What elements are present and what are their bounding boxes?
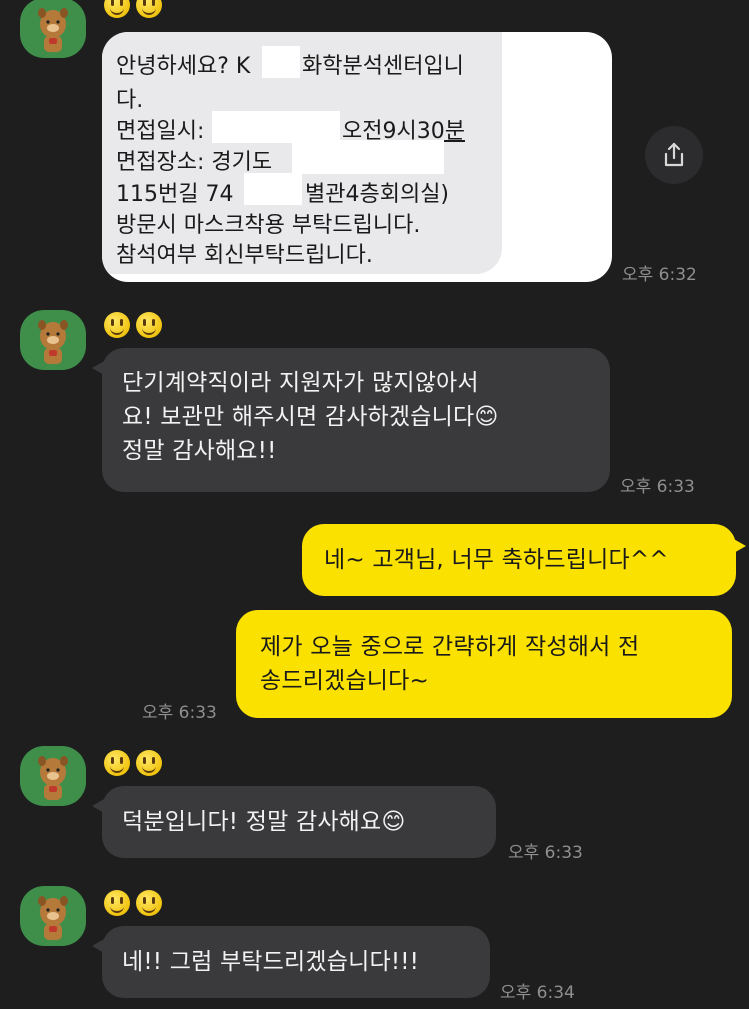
outgoing-message[interactable]: 제가 오늘 중으로 간략하게 작성해서 전 송드리겠습니다~: [236, 610, 732, 718]
smiley-face-icon: [136, 750, 162, 776]
shared-info-card[interactable]: 안녕하세요? K 화학분석센터입니 다. 면접일시: 오전9시30분 면접장소:…: [102, 32, 612, 282]
sender-name-emojis: [104, 312, 162, 338]
smiley-face-icon: [136, 890, 162, 916]
sender-name-emojis: [104, 0, 162, 18]
sender-avatar[interactable]: [20, 746, 86, 806]
sender-name-emojis: [104, 750, 162, 776]
bear-character-avatar-icon: [38, 320, 68, 364]
card-line-building: 별관4층회의실): [305, 182, 450, 207]
card-line-address: 115번길 74: [116, 182, 234, 207]
redacted-block: [212, 111, 340, 143]
card-line-da: 다.: [116, 88, 144, 113]
incoming-message[interactable]: 단기계약직이라 지원자가 많지않아서 요! 보관만 해주시면 감사하겠습니다😊 …: [92, 348, 610, 492]
sender-name-emojis: [104, 890, 162, 916]
smiley-face-icon: [136, 0, 162, 18]
card-line-reply-request: 참석여부 회신부탁드립니다.: [116, 243, 373, 268]
share-button[interactable]: [645, 126, 703, 184]
outgoing-message[interactable]: 네~ 고객님, 너무 축하드립니다^^: [302, 524, 746, 596]
redacted-block: [262, 46, 300, 78]
message-time: 오후 6:34: [500, 983, 575, 1003]
bear-character-avatar-icon: [38, 756, 68, 800]
sender-avatar[interactable]: [20, 0, 86, 58]
card-line-greeting: 안녕하세요? K: [116, 54, 251, 79]
smiley-face-icon: [104, 312, 130, 338]
message-time: 오후 6:32: [622, 265, 697, 285]
smiley-face-icon: [104, 0, 130, 18]
message-time: 오후 6:33: [508, 843, 583, 863]
redacted-block: [244, 173, 302, 205]
message-time: 오후 6:33: [620, 477, 695, 497]
card-line-mask-notice: 방문시 마스크착용 부탁드립니다.: [116, 213, 421, 238]
bear-character-avatar-icon: [38, 896, 68, 940]
smiley-face-icon: [104, 890, 130, 916]
share-upload-icon: [664, 142, 684, 167]
bear-character-avatar-icon: [38, 8, 68, 52]
chat-screen: 안녕하세요? K 화학분석센터입니 다. 면접일시: 오전9시30분 면접장소:…: [0, 0, 749, 1009]
card-line-interview-place: 면접장소: 경기도: [116, 150, 273, 175]
sender-avatar[interactable]: [20, 310, 86, 370]
sender-avatar[interactable]: [20, 886, 86, 946]
smiley-face-icon: [136, 312, 162, 338]
incoming-message[interactable]: 덕분입니다! 정말 감사해요😊: [92, 786, 496, 858]
incoming-message[interactable]: 네!! 그럼 부탁드리겠습니다!!!: [92, 926, 490, 998]
redacted-block: [292, 140, 444, 174]
smiley-face-icon: [104, 750, 130, 776]
card-line-interview-date-label: 면접일시:: [116, 119, 205, 144]
card-line-center-name: 화학분석센터입니: [302, 54, 464, 79]
message-time: 오후 6:33: [142, 703, 217, 723]
